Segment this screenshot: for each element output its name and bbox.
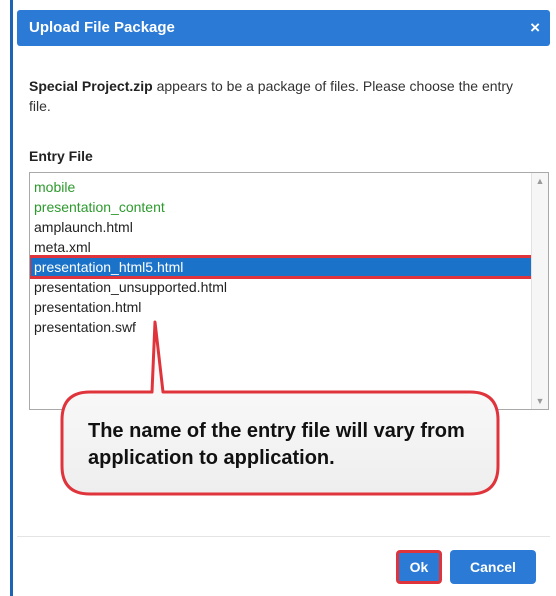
list-item-selected[interactable]: presentation_html5.html [30, 255, 535, 279]
listbox-scrollbar[interactable]: ▲ ▼ [531, 173, 548, 409]
dialog-titlebar: Upload File Package × [17, 10, 550, 46]
list-item[interactable]: presentation.swf [30, 317, 533, 337]
cancel-button[interactable]: Cancel [450, 550, 536, 584]
callout-text: The name of the entry file will vary fro… [88, 420, 465, 469]
list-item[interactable]: presentation.html [30, 297, 533, 317]
list-item[interactable]: mobile [30, 177, 533, 197]
list-item[interactable]: amplaunch.html [30, 217, 533, 237]
intro-message: Special Project.zip appears to be a pack… [29, 76, 519, 116]
list-item[interactable]: meta.xml [30, 237, 533, 257]
package-filename: Special Project.zip [29, 78, 153, 94]
list-item[interactable]: presentation_unsupported.html [30, 277, 533, 297]
entry-file-label: Entry File [29, 148, 93, 164]
entry-file-listbox[interactable]: mobile presentation_content amplaunch.html… [29, 172, 549, 410]
scroll-down-arrow-icon[interactable]: ▼ [532, 393, 548, 409]
list-item[interactable]: presentation_content [30, 197, 533, 217]
scroll-up-arrow-icon[interactable]: ▲ [532, 173, 548, 189]
ok-button[interactable]: Ok [396, 550, 442, 584]
dialog-title: Upload File Package [29, 19, 175, 36]
close-icon[interactable]: × [530, 18, 540, 38]
entry-file-list: mobile presentation_content amplaunch.html… [30, 177, 535, 337]
upload-file-package-dialog: Upload File Package × Special Project.zi… [10, 0, 550, 596]
footer-divider [17, 536, 550, 537]
